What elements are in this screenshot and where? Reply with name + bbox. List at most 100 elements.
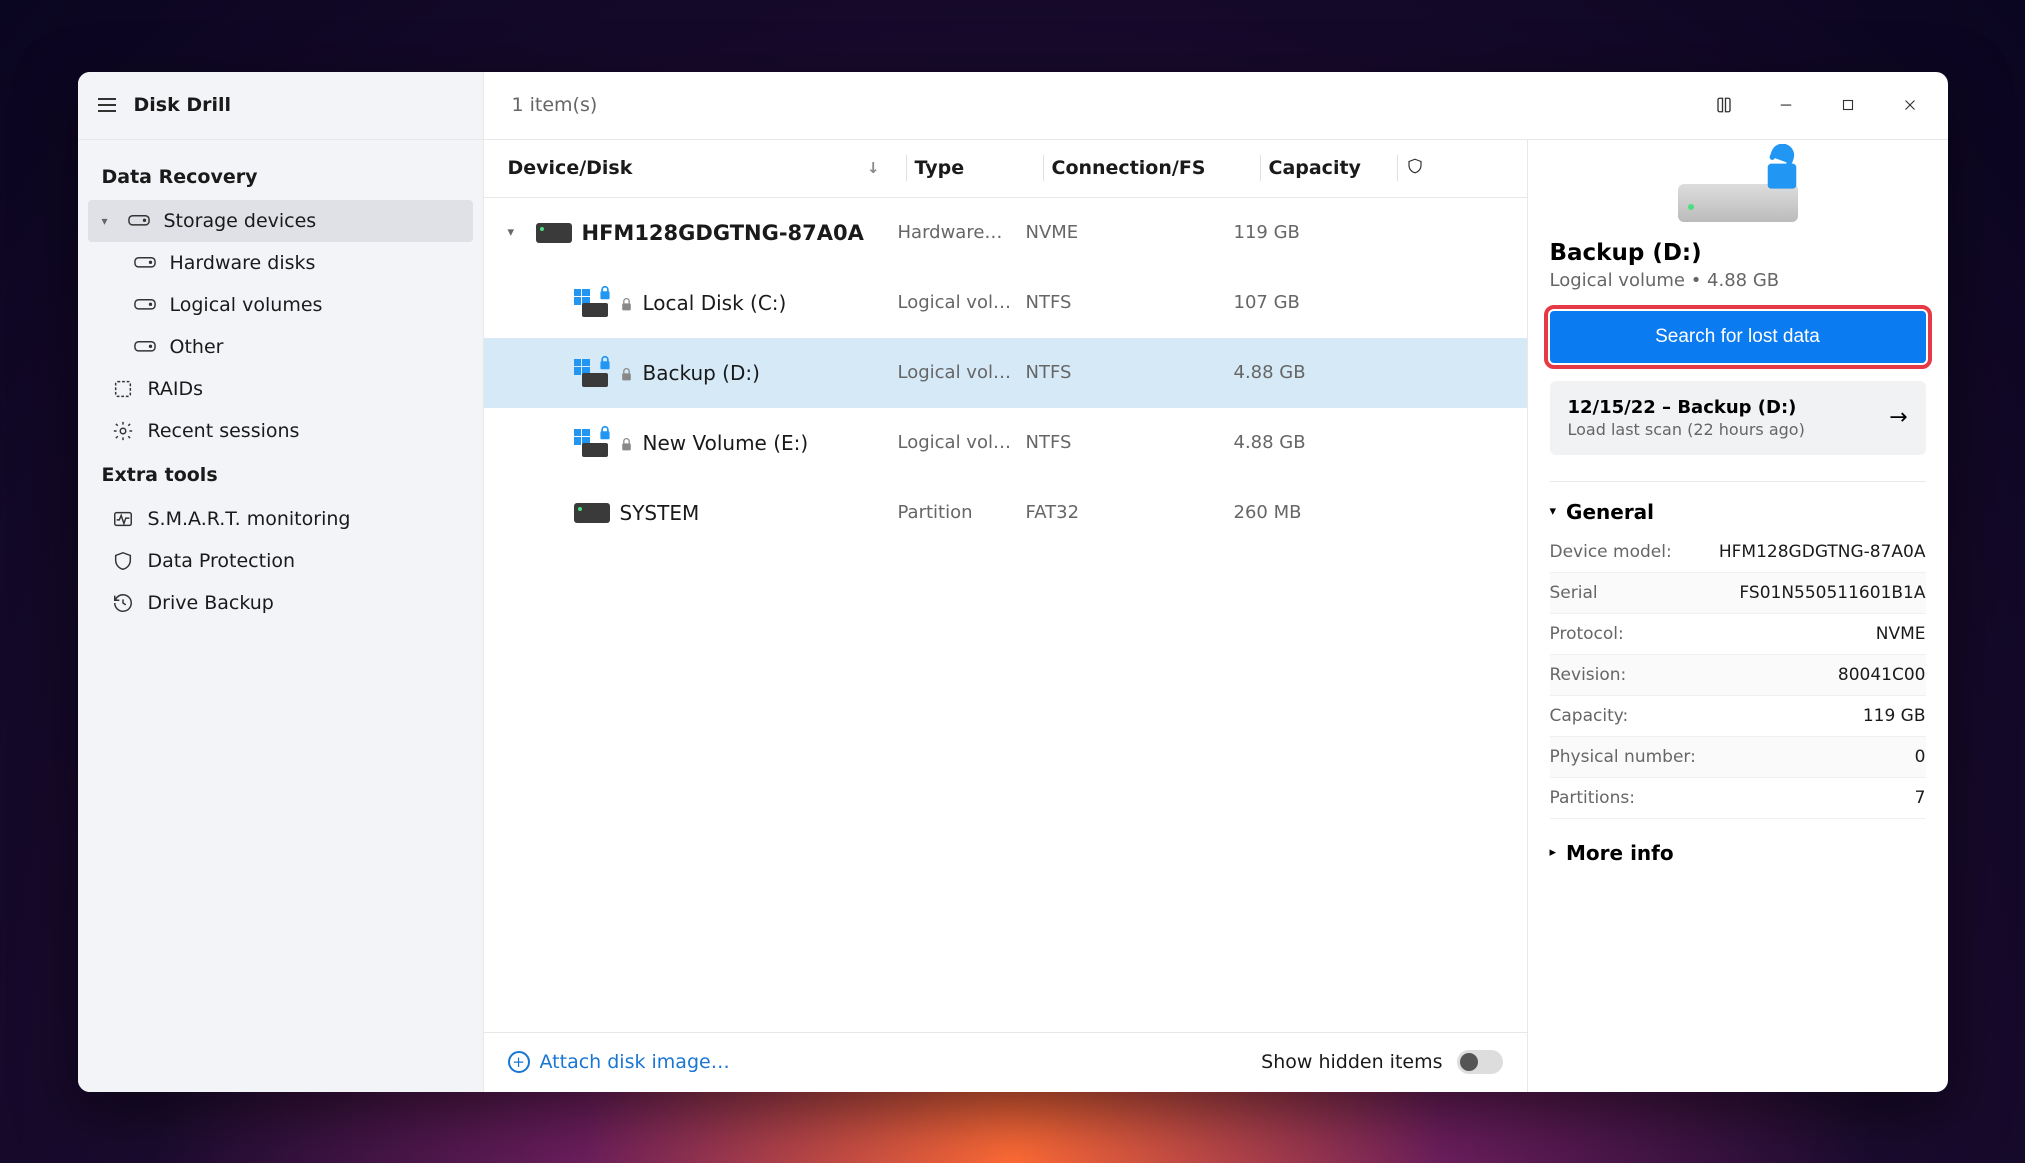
book-icon[interactable] [1694,80,1754,130]
sidebar-item-logical-volumes[interactable]: Logical volumes [78,284,483,326]
property-row: Physical number:0 [1550,737,1926,778]
table-row[interactable]: New Volume (E:)Logical vol…NTFS4.88 GB [484,408,1527,478]
table-row[interactable]: SYSTEM PartitionFAT32260 MB [484,478,1527,548]
sidebar-item-drive-backup[interactable]: Drive Backup [78,582,483,624]
lock-icon [620,435,633,450]
disk-icon [134,252,156,274]
other-icon [134,336,156,358]
sidebar-item-storage-devices[interactable]: ▾ Storage devices [88,200,473,242]
maximize-button[interactable] [1818,80,1878,130]
more-info-label: More info [1566,841,1674,865]
app-title: Disk Drill [134,94,232,116]
detail-panel: Backup (D:) Logical volume • 4.88 GB Sea… [1528,140,1948,1092]
table-row[interactable]: ▾ HFM128GDGTNG-87A0A Hardware…NVME119 GB [484,198,1527,268]
sidebar-item-label: RAIDs [148,378,204,400]
property-key: Partitions: [1550,788,1635,808]
lock-icon [620,365,633,380]
sidebar-item-label: Other [170,336,224,358]
property-row: Capacity:119 GB [1550,696,1926,737]
row-connection: NTFS [1026,432,1234,453]
row-capacity: 4.88 GB [1234,432,1354,453]
selected-drive-icon [1550,162,1926,222]
raid-icon [112,378,134,400]
search-for-lost-data-button[interactable]: Search for lost data [1550,311,1926,363]
menu-icon[interactable] [98,98,116,112]
sidebar-item-hardware-disks[interactable]: Hardware disks [78,242,483,284]
property-value: FS01N550511601B1A [1739,583,1925,603]
header-connection[interactable]: Connection/FS [1052,157,1252,179]
row-connection: FAT32 [1026,502,1234,523]
property-key: Protocol: [1550,624,1624,644]
table-row[interactable]: Local Disk (C:) Logical vol…NTFS107 GB [484,268,1527,338]
sidebar-item-smart[interactable]: S.M.A.R.T. monitoring [78,498,483,540]
last-scan-card[interactable]: 12/15/22 – Backup (D:) Load last scan (2… [1550,381,1926,455]
arrow-right-icon: → [1889,405,1907,430]
table-row[interactable]: Backup (D:)Logical vol…NTFS4.88 GB [484,338,1527,408]
attach-disk-image-button[interactable]: + Attach disk image… [508,1051,730,1073]
row-capacity: 107 GB [1234,292,1354,313]
row-type: Partition [898,502,1026,523]
footer: + Attach disk image… Show hidden items [484,1032,1527,1092]
more-info-header[interactable]: ▸ More info [1550,841,1926,865]
row-capacity: 119 GB [1234,222,1354,243]
row-name: HFM128GDGTNG-87A0A [582,221,864,245]
last-scan-subtitle: Load last scan (22 hours ago) [1568,420,1805,439]
shield-icon[interactable] [1406,156,1446,181]
titlebar-controls [1694,80,1948,130]
shield-icon [112,550,134,572]
row-connection: NTFS [1026,292,1234,313]
drive-icon [574,503,610,523]
device-list: Device/Disk ↓ Type Connection/FS Capacity… [484,140,1528,1092]
property-key: Serial [1550,583,1598,603]
sidebar-section-recovery: Data Recovery [78,154,483,200]
property-row: Serial FS01N550511601B1A [1550,573,1926,614]
property-value: 7 [1915,788,1926,808]
drive-icon [536,223,572,243]
app-window: Disk Drill 1 item(s) Data Recovery ▾ Sto… [78,72,1948,1092]
hidden-items-toggle[interactable] [1457,1050,1503,1074]
header-capacity[interactable]: Capacity [1269,157,1389,179]
row-type: Hardware… [898,222,1026,243]
chevron-down-icon[interactable]: ▾ [508,225,526,240]
property-key: Revision: [1550,665,1627,685]
sidebar-item-label: Drive Backup [148,592,274,614]
property-row: Device model:HFM128GDGTNG-87A0A [1550,532,1926,573]
property-value: 80041C00 [1838,665,1926,685]
last-scan-title: 12/15/22 – Backup (D:) [1568,397,1805,418]
sidebar-item-recent-sessions[interactable]: Recent sessions [78,410,483,452]
detail-title: Backup (D:) [1550,240,1926,266]
chevron-down-icon: ▾ [1550,504,1557,519]
close-button[interactable] [1880,80,1940,130]
sidebar-item-label: Data Protection [148,550,296,572]
volume-icon [574,289,610,317]
titlebar: Disk Drill 1 item(s) [78,72,1948,140]
property-key: Physical number: [1550,747,1696,767]
lock-icon [620,295,633,310]
row-connection: NVME [1026,222,1234,243]
minimize-button[interactable] [1756,80,1816,130]
row-name: SYSTEM [620,501,700,525]
general-section-header[interactable]: ▾ General [1550,500,1926,524]
property-value: 119 GB [1863,706,1926,726]
sidebar-item-other[interactable]: Other [78,326,483,368]
row-name: Local Disk (C:) [643,291,787,315]
row-name: Backup (D:) [643,361,760,385]
sort-arrow-icon[interactable]: ↓ [867,159,880,177]
sidebar-item-raids[interactable]: RAIDs [78,368,483,410]
row-type: Logical vol… [898,292,1026,313]
hidden-items-label: Show hidden items [1261,1051,1442,1073]
sidebar-item-data-protection[interactable]: Data Protection [78,540,483,582]
sidebar-item-label: Storage devices [164,210,317,232]
property-row: Partitions: 7 [1550,778,1926,819]
chevron-down-icon: ▾ [102,214,114,228]
header-type[interactable]: Type [915,157,1035,179]
sidebar-item-label: Recent sessions [148,420,300,442]
row-capacity: 260 MB [1234,502,1354,523]
sidebar-item-label: Logical volumes [170,294,323,316]
property-value: HFM128GDGTNG-87A0A [1719,542,1926,562]
sidebar-item-label: S.M.A.R.T. monitoring [148,508,351,530]
history-icon [112,592,134,614]
sidebar-item-label: Hardware disks [170,252,316,274]
header-device[interactable]: Device/Disk [508,157,633,179]
item-count: 1 item(s) [484,94,1694,116]
